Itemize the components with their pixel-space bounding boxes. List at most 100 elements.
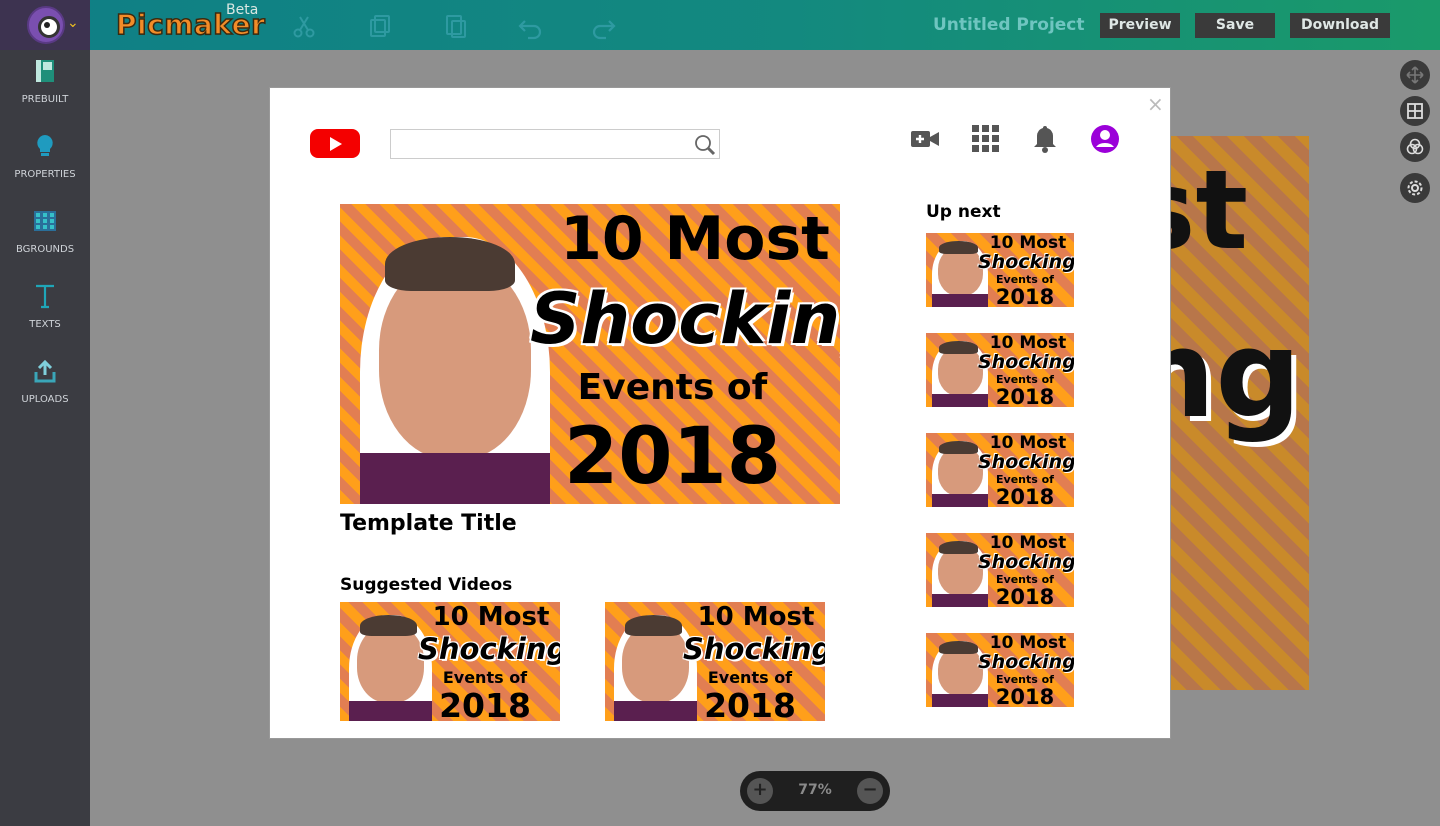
thumb-line3: Events of <box>577 367 768 408</box>
thumb-line1: 10 Most <box>560 204 830 274</box>
thumb-line4: 2018 <box>995 585 1055 607</box>
prebuilt-icon <box>36 60 54 82</box>
video-title: Template Title <box>340 511 517 536</box>
redo-icon[interactable] <box>590 12 618 40</box>
account-avatar-icon[interactable] <box>1090 124 1120 154</box>
thumb-line1: 10 Most <box>989 233 1067 253</box>
person-hair <box>939 241 978 255</box>
gear-icon <box>1407 180 1423 196</box>
youtube-logo-icon[interactable] <box>310 129 360 158</box>
search-input[interactable] <box>391 130 691 158</box>
person-hair <box>939 641 978 655</box>
apps-grid-icon[interactable] <box>971 124 1001 154</box>
thumb-line2: Shocking <box>530 278 840 360</box>
upload-icon <box>34 359 56 383</box>
sidebar-item-label: PROPERTIES <box>14 169 76 180</box>
thumb-line4: 2018 <box>995 485 1055 507</box>
thumb-line2: Shocking <box>978 551 1074 573</box>
blend-tool-button[interactable] <box>1400 132 1430 162</box>
suggested-videos-heading: Suggested Videos <box>340 575 513 595</box>
download-button[interactable]: Download <box>1290 13 1390 38</box>
video-add-icon[interactable] <box>910 124 940 154</box>
up-next-thumbnail[interactable]: 10 Most Shocking Events of 2018 <box>926 333 1074 407</box>
close-icon[interactable]: × <box>1147 92 1164 116</box>
thumb-line1: 10 Most <box>432 602 550 632</box>
blend-icon <box>1406 138 1424 155</box>
sidebar-item-uploads[interactable]: UPLOADS <box>0 350 90 425</box>
thumb-line1: 10 Most <box>697 602 815 632</box>
design-canvas[interactable]: st ng <box>1170 136 1309 690</box>
thumb-line4: 2018 <box>995 385 1055 407</box>
project-title[interactable]: Untitled Project <box>933 15 1085 35</box>
up-next-thumbnail[interactable]: 10 Most Shocking Events of 2018 <box>926 533 1074 607</box>
sidebar-item-prebuilt[interactable]: PREBUILT <box>0 50 90 125</box>
top-bar: ⌄ Picmaker Beta Untitled Project Preview… <box>0 0 1440 50</box>
thumb-line4: 2018 <box>995 685 1055 707</box>
paste-icon[interactable] <box>442 12 470 40</box>
zoom-out-button[interactable]: − <box>857 778 883 804</box>
search-bar <box>390 129 720 159</box>
thumb-line4: 2018 <box>704 686 796 721</box>
thumb-line1: 10 Most <box>989 633 1067 653</box>
thumb-line2: Shocking <box>683 632 825 666</box>
thumb-line2: Shocking <box>978 651 1074 673</box>
sidebar: PREBUILT PROPERTIES BGROUNDS TEXTS UPLOA… <box>0 50 90 826</box>
suggested-video-thumbnail[interactable]: 10 Most Shocking Events of 2018 <box>340 602 560 721</box>
thumb-line4: 2018 <box>995 285 1055 307</box>
grid-view-icon <box>1407 103 1423 119</box>
thumb-line1: 10 Most <box>989 433 1067 453</box>
search-icon[interactable] <box>694 134 716 156</box>
up-next-thumbnail[interactable]: 10 Most Shocking Events of 2018 <box>926 433 1074 507</box>
zoom-control: + 77% − <box>740 771 890 811</box>
text-icon <box>36 284 54 309</box>
bell-icon[interactable] <box>1030 124 1060 154</box>
sidebar-item-label: TEXTS <box>29 319 61 330</box>
thumb-line2: Shocking <box>418 632 560 666</box>
person-hair <box>385 237 515 291</box>
thumb-line1: 10 Most <box>989 333 1067 353</box>
chevron-down-icon: ⌄ <box>67 15 79 31</box>
person-hair <box>939 441 978 455</box>
bulb-icon <box>37 135 53 156</box>
user-menu[interactable]: ⌄ <box>0 0 90 50</box>
thumb-line3: Events of <box>442 668 528 687</box>
thumb-line3: Events of <box>707 668 793 687</box>
person-hair <box>939 341 978 355</box>
grid-icon <box>34 211 56 231</box>
person-hair <box>359 615 417 637</box>
thumb-line4: 2018 <box>439 686 531 721</box>
canvas-text-line1: st <box>1170 146 1249 274</box>
suggested-video-thumbnail[interactable]: 10 Most Shocking Events of 2018 <box>605 602 825 721</box>
thumb-line1: 10 Most <box>989 533 1067 553</box>
up-next-thumbnail[interactable]: 10 Most Shocking Events of 2018 <box>926 633 1074 707</box>
move-tool-button[interactable] <box>1400 60 1430 90</box>
sidebar-item-label: PREBUILT <box>21 94 69 105</box>
move-icon <box>1406 66 1424 84</box>
beta-label: Beta <box>226 2 259 18</box>
sidebar-item-label: BGROUNDS <box>15 244 75 255</box>
settings-tool-button[interactable] <box>1400 173 1430 203</box>
preview-modal: × 10 Most Shocking Events of 2018 Templa… <box>269 87 1171 739</box>
preview-button[interactable]: Preview <box>1100 13 1180 38</box>
grid-tool-button[interactable] <box>1400 96 1430 126</box>
thumb-line2: Shocking <box>978 251 1074 273</box>
sidebar-item-texts[interactable]: TEXTS <box>0 275 90 350</box>
canvas-text-line2: ng <box>1170 306 1302 445</box>
person-hair <box>624 615 682 637</box>
up-next-thumbnail[interactable]: 10 Most Shocking Events of 2018 <box>926 233 1074 307</box>
up-next-heading: Up next <box>926 202 1001 222</box>
thumb-line2: Shocking <box>978 351 1074 373</box>
zoom-level: 77% <box>798 782 832 798</box>
copy-icon[interactable] <box>366 12 394 40</box>
sidebar-item-bgrounds[interactable]: BGROUNDS <box>0 200 90 275</box>
save-button[interactable]: Save <box>1195 13 1275 38</box>
sidebar-item-label: UPLOADS <box>21 394 69 405</box>
person-hair <box>939 541 978 555</box>
scissors-icon[interactable] <box>290 12 318 40</box>
avatar-icon <box>27 6 65 44</box>
undo-icon[interactable] <box>516 12 544 40</box>
sidebar-item-properties[interactable]: PROPERTIES <box>0 125 90 200</box>
zoom-in-button[interactable]: + <box>747 778 773 804</box>
thumb-line4: 2018 <box>563 412 782 502</box>
main-video-thumbnail[interactable]: 10 Most Shocking Events of 2018 <box>340 204 840 504</box>
